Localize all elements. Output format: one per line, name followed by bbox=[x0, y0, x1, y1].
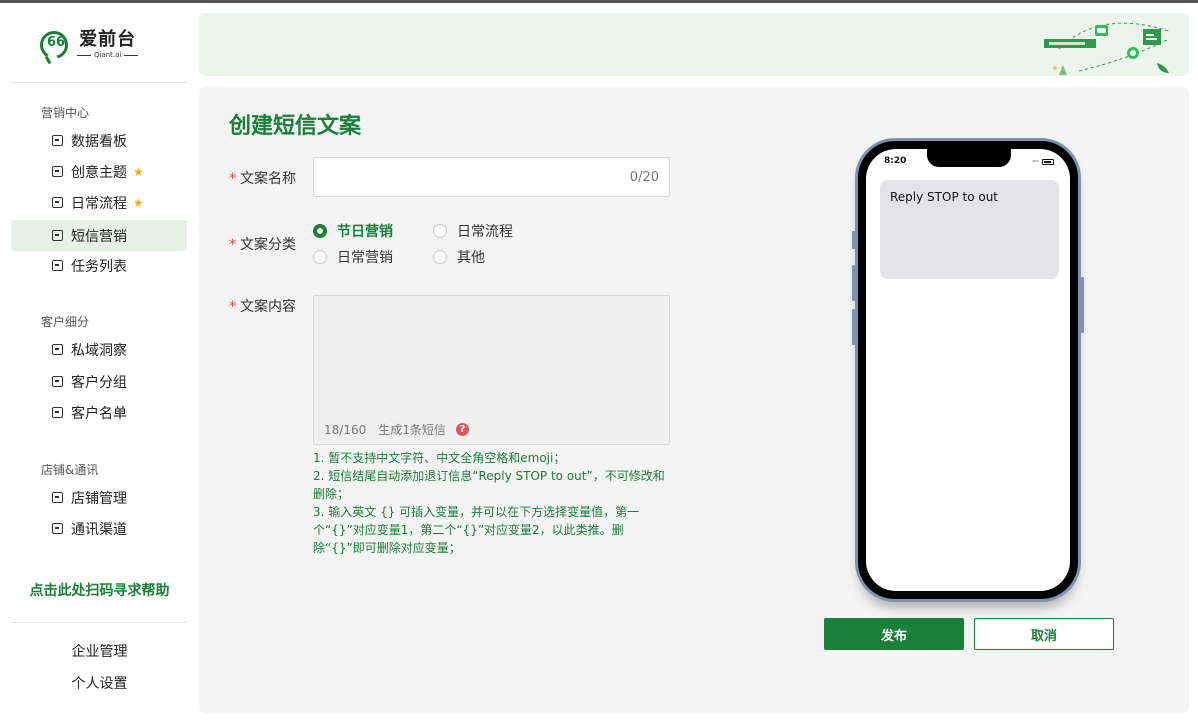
note-item: 3. 输入英文 {} 可插入变量，并可以在下方选择变量值，第一个“{}”对应变量… bbox=[313, 505, 640, 555]
help-link[interactable]: 点击此处扫码寻求帮助 bbox=[0, 580, 199, 600]
divider bbox=[11, 82, 187, 83]
logo-en: Qiant.ai bbox=[74, 50, 141, 60]
sidebar-item-private-insight[interactable]: 私域洞察 bbox=[11, 334, 187, 365]
section-title-marketing: 营销中心 bbox=[41, 106, 90, 120]
sidebar-item-label: 任务列表 bbox=[71, 258, 127, 275]
logo-cn: 爱前台 bbox=[79, 29, 137, 50]
sidebar-item-creative-theme[interactable]: 创意主题 ★ bbox=[11, 156, 187, 187]
sidebar-item-label: 通讯渠道 bbox=[71, 521, 127, 538]
content-label: * 文案内容 bbox=[229, 299, 296, 315]
sms-count-text: 生成1条短信 bbox=[378, 423, 446, 437]
sidebar-item-personal-settings[interactable]: 个人设置 bbox=[0, 673, 199, 693]
required-mark: * bbox=[229, 299, 236, 315]
content-char-counter: 18/160 bbox=[324, 422, 367, 437]
radio-checked-icon bbox=[313, 224, 327, 238]
sidebar-item-customer-group[interactable]: 客户分组 bbox=[11, 366, 187, 397]
dashboard-icon bbox=[52, 135, 63, 146]
category-label: * 文案分类 bbox=[229, 237, 296, 253]
name-label: * 文案名称 bbox=[229, 171, 296, 187]
question-icon[interactable]: ? bbox=[455, 423, 469, 436]
banner-illustration bbox=[1044, 22, 1170, 75]
sidebar-item-customer-list[interactable]: 客户名单 bbox=[11, 397, 187, 428]
insight-icon bbox=[52, 344, 63, 355]
signal-icon: ···· bbox=[1031, 157, 1039, 166]
cancel-button[interactable]: 取消 bbox=[974, 618, 1114, 650]
main-panel: 创建短信文案 * 文案名称 0/20 * 文案分类 节日营销 日常流程 日常营销 其… bbox=[199, 87, 1189, 713]
phone-volume-down bbox=[852, 309, 855, 345]
name-field-wrapper: 0/20 bbox=[313, 157, 670, 197]
sidebar-item-task-list[interactable]: 任务列表 bbox=[11, 250, 187, 281]
sidebar-item-sms-marketing[interactable]: 短信营销 bbox=[11, 220, 187, 251]
customer-list-icon bbox=[52, 407, 63, 418]
radio-daily-flow[interactable]: 日常流程 bbox=[433, 221, 513, 241]
store-icon bbox=[52, 492, 63, 503]
content-footer: 18/160 生成1条短信 ? bbox=[324, 421, 469, 438]
radio-daily-marketing[interactable]: 日常营销 bbox=[313, 247, 393, 267]
sidebar-item-label: 日常流程 bbox=[71, 195, 127, 212]
tasklist-icon bbox=[52, 260, 63, 271]
radio-other[interactable]: 其他 bbox=[433, 247, 485, 267]
note-item: 2. 短信结尾自动添加退订信息“Reply STOP to out”，不可修改和… bbox=[313, 469, 665, 501]
top-banner bbox=[199, 13, 1189, 76]
battery-icon bbox=[1042, 158, 1054, 165]
sidebar-item-label: 私域洞察 bbox=[71, 342, 127, 359]
phone-preview: 8:20 ···· Reply STOP to out bbox=[852, 138, 1084, 602]
group-icon bbox=[52, 376, 63, 387]
name-input[interactable] bbox=[314, 158, 669, 196]
sidebar-item-label: 店铺管理 bbox=[71, 490, 127, 507]
sidebar-item-enterprise[interactable]: 企业管理 bbox=[0, 641, 199, 661]
logo-quote-icon: 66 bbox=[40, 31, 68, 59]
radio-unchecked-icon bbox=[433, 250, 447, 264]
star-icon: ★ bbox=[133, 164, 144, 179]
sidebar-item-label: 短信营销 bbox=[71, 228, 127, 245]
channel-icon bbox=[52, 523, 63, 534]
sidebar-item-channels[interactable]: 通讯渠道 bbox=[11, 513, 187, 544]
logo[interactable]: 66 爱前台 Qiant.ai bbox=[40, 30, 141, 60]
sidebar-item-dashboard[interactable]: 数据看板 bbox=[11, 125, 187, 156]
phone-power-button bbox=[1081, 277, 1084, 333]
note-item: 1. 暂不支持中文字符、中文全角空格和emoji； bbox=[313, 451, 566, 465]
divider bbox=[11, 622, 187, 623]
required-mark: * bbox=[229, 171, 236, 187]
sidebar-item-label: 创意主题 bbox=[71, 164, 127, 181]
phone-notch bbox=[927, 149, 1011, 167]
content-textarea[interactable] bbox=[314, 296, 669, 406]
status-time: 8:20 bbox=[884, 156, 907, 166]
required-mark: * bbox=[229, 237, 236, 253]
radio-unchecked-icon bbox=[313, 250, 327, 264]
sidebar-item-label: 客户分组 bbox=[71, 374, 127, 391]
logo-text: 爱前台 Qiant.ai bbox=[74, 30, 141, 60]
sidebar-item-store-management[interactable]: 店铺管理 bbox=[11, 482, 187, 513]
phone-mute-switch bbox=[852, 231, 855, 249]
image-icon bbox=[52, 166, 63, 177]
sidebar-item-label: 客户名单 bbox=[71, 405, 127, 422]
phone-screen: 8:20 ···· Reply STOP to out bbox=[866, 149, 1070, 591]
status-indicators: ···· bbox=[1032, 157, 1054, 166]
sms-icon bbox=[52, 230, 63, 241]
page-title: 创建短信文案 bbox=[229, 114, 362, 139]
content-field-wrapper: 18/160 生成1条短信 ? bbox=[313, 295, 670, 445]
sidebar-item-daily-flow[interactable]: 日常流程 ★ bbox=[11, 187, 187, 218]
section-title-store-comm: 店铺&通讯 bbox=[41, 463, 99, 477]
phone-volume-up bbox=[852, 265, 855, 301]
section-title-segments: 客户细分 bbox=[41, 315, 90, 329]
publish-button[interactable]: 发布 bbox=[824, 618, 964, 650]
sidebar: 66 爱前台 Qiant.ai 营销中心 数据看板 创意主题 ★ 日常流程 ★ … bbox=[0, 3, 199, 721]
radio-holiday-marketing[interactable]: 节日营销 bbox=[313, 221, 393, 241]
radio-unchecked-icon bbox=[433, 224, 447, 238]
content-notes: 1. 暂不支持中文字符、中文全角空格和emoji； 2. 短信结尾自动添加退订信… bbox=[313, 449, 673, 557]
calendar-icon bbox=[52, 197, 63, 208]
name-char-counter: 0/20 bbox=[629, 170, 659, 185]
message-bubble: Reply STOP to out bbox=[880, 180, 1059, 279]
sidebar-item-label: 数据看板 bbox=[71, 133, 127, 150]
star-icon: ★ bbox=[133, 195, 144, 210]
